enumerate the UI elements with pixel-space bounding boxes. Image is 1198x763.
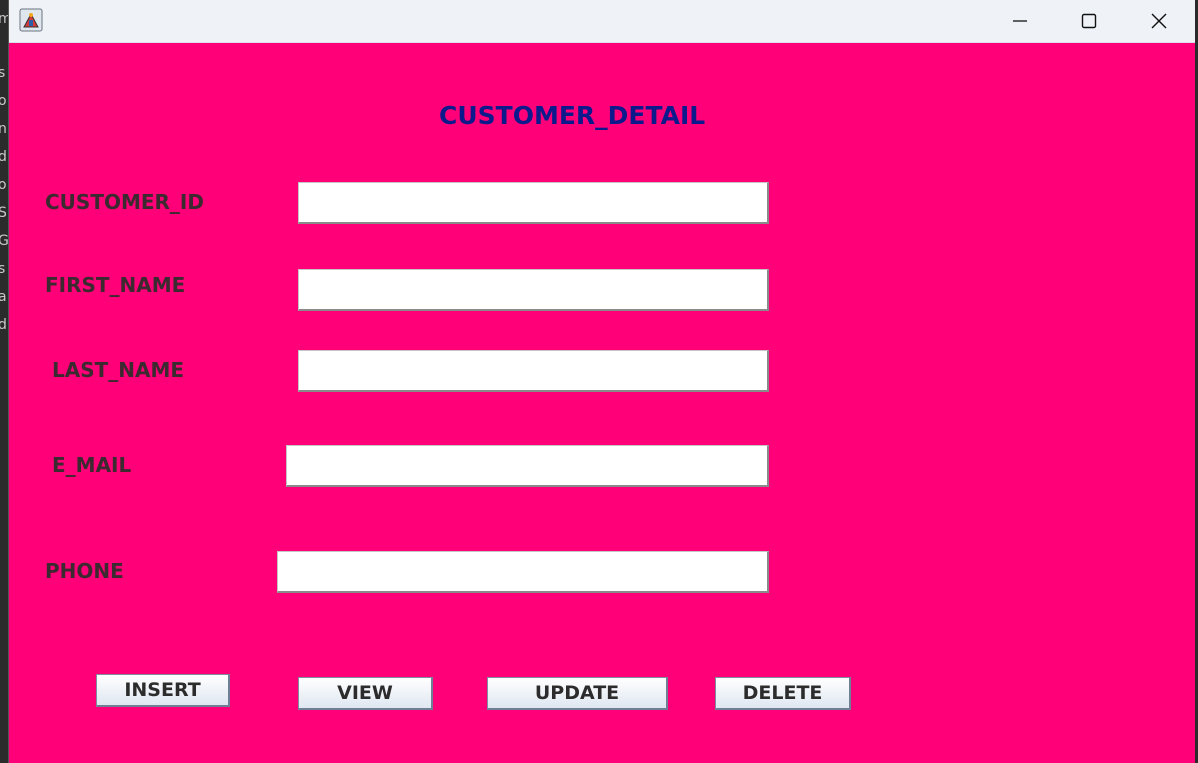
customer-id-input[interactable] <box>298 182 769 224</box>
bg-char: G <box>0 233 8 249</box>
update-button[interactable]: UPDATE <box>487 677 668 710</box>
bg-char: m <box>0 11 8 27</box>
bg-char: n <box>0 121 7 137</box>
email-input[interactable] <box>286 445 769 487</box>
form-panel: CUSTOMER_DETAIL CUSTOMER_ID FIRST_NAME L… <box>9 43 1195 763</box>
minimize-icon <box>1013 20 1027 22</box>
last-name-label: LAST_NAME <box>52 358 185 382</box>
phone-label: PHONE <box>45 559 124 583</box>
maximize-button[interactable] <box>1054 0 1124 42</box>
bg-char: s <box>0 261 6 277</box>
java-app-icon <box>19 8 43 32</box>
bg-char: d <box>0 317 7 333</box>
close-icon <box>1151 13 1167 29</box>
background-editor-strip: m s o n d o S G s a d <box>0 0 8 763</box>
email-label: E_MAIL <box>52 453 132 477</box>
customer-detail-window: CUSTOMER_DETAIL CUSTOMER_ID FIRST_NAME L… <box>8 0 1195 763</box>
bg-char: o <box>0 177 7 193</box>
window-titlebar[interactable] <box>9 0 1195 43</box>
minimize-button[interactable] <box>985 0 1055 42</box>
insert-button[interactable]: INSERT <box>96 674 230 707</box>
phone-input[interactable] <box>277 551 769 593</box>
first-name-input[interactable] <box>298 269 769 311</box>
last-name-input[interactable] <box>298 350 769 392</box>
bg-char: s <box>0 65 6 81</box>
bg-char: o <box>0 93 7 109</box>
view-button[interactable]: VIEW <box>298 677 433 710</box>
maximize-icon <box>1081 13 1097 29</box>
close-button[interactable] <box>1124 0 1194 42</box>
form-title: CUSTOMER_DETAIL <box>439 101 706 130</box>
bg-char: a <box>0 289 7 305</box>
customer-id-label: CUSTOMER_ID <box>45 190 204 214</box>
first-name-label: FIRST_NAME <box>45 273 186 297</box>
bg-char: S <box>0 205 7 221</box>
delete-button[interactable]: DELETE <box>715 677 851 710</box>
bg-char: d <box>0 149 7 165</box>
